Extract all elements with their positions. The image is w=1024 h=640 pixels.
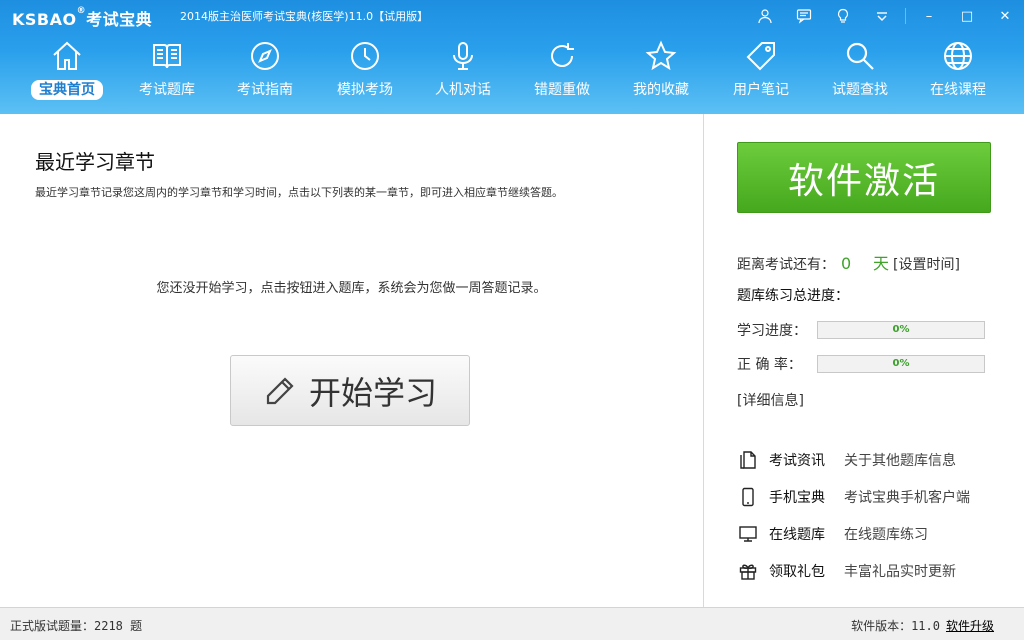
microphone-icon — [453, 42, 473, 70]
study-progress-label: 学习进度： — [737, 323, 807, 339]
titlebar-separator — [905, 8, 906, 24]
phone-icon — [742, 487, 754, 507]
nav-label: 考试指南 — [237, 82, 293, 98]
link-name: 领取礼包 — [769, 564, 825, 580]
nav-item-question-bank[interactable]: 考试题库 — [122, 36, 212, 106]
link-description: 关于其他题库信息 — [844, 453, 956, 469]
close-button[interactable]: ✕ — [986, 0, 1024, 32]
software-version: 软件版本：11.0 — [851, 619, 940, 633]
link-exam-news[interactable]: 考试资讯 关于其他题库信息 — [737, 449, 956, 471]
link-online-bank[interactable]: 在线题库 在线题库练习 — [737, 523, 928, 545]
title-bar: KSBAO®考试宝典 2014版主治医师考试宝典(核医学)11.0【试用版】 –… — [0, 0, 1024, 32]
nav-label: 用户笔记 — [733, 82, 789, 98]
message-icon[interactable] — [784, 0, 823, 32]
pencil-icon — [266, 376, 294, 404]
link-description: 考试宝典手机客户端 — [844, 490, 970, 506]
lightbulb-icon[interactable] — [823, 0, 862, 32]
tag-icon — [746, 42, 775, 71]
link-name: 手机宝典 — [769, 490, 825, 506]
start-study-button[interactable]: 开始学习 — [230, 355, 470, 426]
page-title: 最近学习章节 — [35, 150, 155, 174]
window-title: 2014版主治医师考试宝典(核医学)11.0【试用版】 — [180, 10, 429, 23]
accuracy-value: 0% — [892, 358, 910, 369]
overall-progress-label: 题库练习总进度： — [737, 288, 849, 304]
link-gift[interactable]: 领取礼包 丰富礼品实时更新 — [737, 560, 956, 582]
side-panel: 软件激活 距离考试还有： 0 天 [设置时间] 题库练习总进度： 学习进度： 0… — [704, 114, 1024, 607]
study-progress-row: 学习进度： 0% — [737, 320, 985, 340]
nav-label: 模拟考场 — [337, 82, 393, 98]
status-bar: 正式版试题量：2218 题 软件版本：11.0 软件升级 — [0, 607, 1024, 640]
nav-label: 在线课程 — [930, 82, 986, 98]
countdown-value: 0 — [841, 254, 852, 273]
start-study-label: 开始学习 — [308, 373, 437, 412]
empty-state-message: 您还没开始学习，点击按钮进入题库，系统会为您做一周答题记录。 — [156, 281, 547, 296]
app-header: KSBAO®考试宝典 2014版主治医师考试宝典(核医学)11.0【试用版】 –… — [0, 0, 1024, 114]
gift-icon — [739, 564, 757, 580]
app-logo: KSBAO®考试宝典 — [12, 6, 153, 29]
nav-label: 人机对话 — [435, 82, 491, 98]
version-info: 软件版本：11.0 软件升级 — [851, 617, 994, 634]
nav-item-search[interactable]: 试题查找 — [815, 36, 905, 106]
user-icon[interactable] — [745, 0, 784, 32]
star-icon — [645, 40, 677, 71]
exam-countdown: 距离考试还有： 0 天 [设置时间] — [737, 250, 960, 274]
dropdown-icon[interactable] — [862, 0, 901, 32]
link-mobile-app[interactable]: 手机宝典 考试宝典手机客户端 — [737, 486, 970, 508]
nav-item-mock-exam[interactable]: 模拟考场 — [320, 36, 410, 106]
countdown-label: 距离考试还有： — [737, 257, 835, 273]
activate-software-button[interactable]: 软件激活 — [737, 142, 991, 213]
main-nav: 宝典首页 考试题库 考试指南 模拟考场 人机对话 错题重做 我的收藏 用户笔记 — [0, 36, 1024, 108]
nav-item-favorites[interactable]: 我的收藏 — [616, 36, 706, 106]
set-time-link[interactable]: [设置时间] — [893, 254, 960, 274]
book-icon — [153, 44, 181, 69]
link-description: 在线题库练习 — [844, 527, 928, 543]
nav-item-dialogue[interactable]: 人机对话 — [418, 36, 508, 106]
accuracy-label: 正 确 率： — [737, 357, 802, 373]
nav-item-home[interactable]: 宝典首页 — [22, 36, 112, 106]
nav-label: 考试题库 — [139, 82, 195, 98]
nav-label: 错题重做 — [534, 82, 590, 98]
home-icon — [53, 41, 81, 70]
nav-item-redo-wrong[interactable]: 错题重做 — [517, 36, 607, 106]
link-name: 在线题库 — [769, 527, 825, 543]
section-description: 最近学习章节记录您这周内的学习章节和学习时间，点击以下列表的某一章节，即可进入相… — [35, 186, 563, 199]
accuracy-row: 正 确 率： 0% — [737, 354, 985, 374]
clock-icon — [351, 42, 379, 70]
nav-label: 试题查找 — [832, 82, 888, 98]
nav-item-notes[interactable]: 用户笔记 — [716, 36, 806, 106]
countdown-unit: 天 — [873, 254, 890, 273]
nav-label: 宝典首页 — [31, 80, 103, 100]
maximize-button[interactable]: □ — [948, 0, 986, 32]
nav-label: 我的收藏 — [633, 82, 689, 98]
nav-item-guide[interactable]: 考试指南 — [220, 36, 310, 106]
upgrade-link[interactable]: 软件升级 — [946, 619, 994, 633]
detail-info-link[interactable]: [详细信息] — [737, 390, 804, 410]
study-progress-bar: 0% — [817, 321, 985, 339]
minimize-button[interactable]: – — [910, 0, 948, 32]
refresh-icon — [551, 43, 574, 67]
document-icon — [740, 451, 756, 469]
monitor-icon — [739, 526, 757, 542]
search-icon — [846, 42, 874, 70]
globe-icon — [944, 42, 972, 70]
question-count: 正式版试题量：2218 题 — [10, 619, 143, 633]
link-name: 考试资讯 — [769, 453, 825, 469]
link-description: 丰富礼品实时更新 — [844, 564, 956, 580]
nav-item-online-course[interactable]: 在线课程 — [913, 36, 1003, 106]
compass-icon — [251, 42, 279, 70]
titlebar-controls: – □ ✕ — [745, 0, 1024, 32]
study-progress-value: 0% — [892, 324, 910, 335]
accuracy-bar: 0% — [817, 355, 985, 373]
recent-chapters-panel: 最近学习章节 最近学习章节记录您这周内的学习章节和学习时间，点击以下列表的某一章… — [0, 114, 703, 607]
